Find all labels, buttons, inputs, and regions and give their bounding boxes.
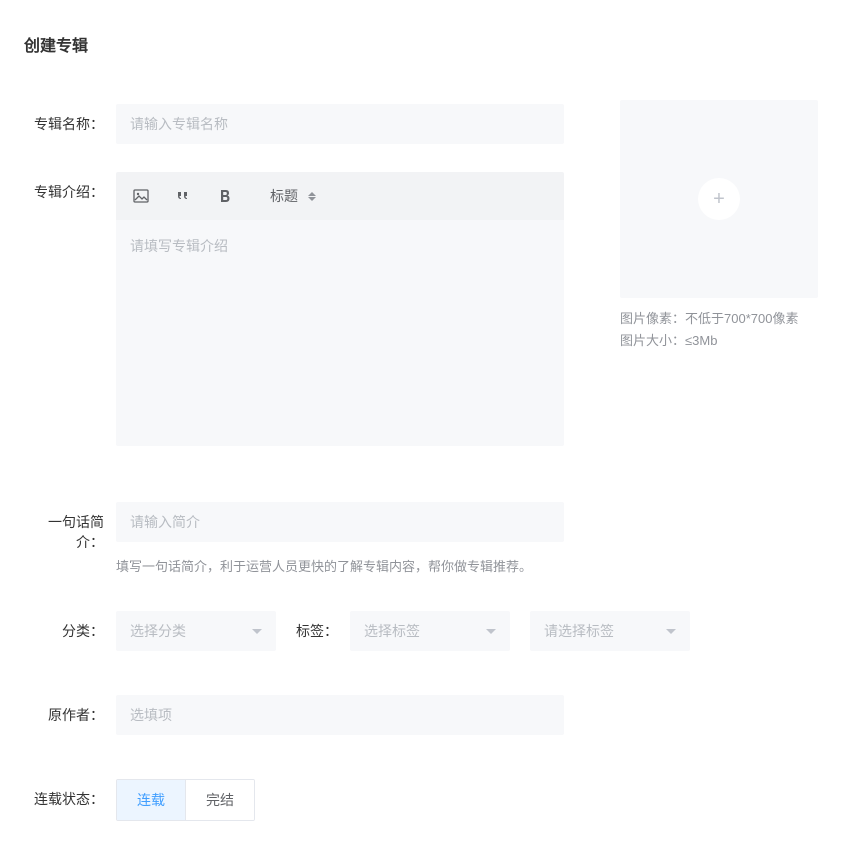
- chevron-down-icon: [486, 629, 496, 634]
- quote-icon[interactable]: [164, 177, 202, 215]
- heading-label: 标题: [270, 186, 298, 206]
- tags-placeholder-1: 选择标签: [364, 621, 486, 641]
- serial-status-serializing[interactable]: 连载: [117, 780, 185, 820]
- editor-toolbar: 标题: [116, 172, 564, 220]
- album-intro-editor[interactable]: 请填写专辑介绍: [116, 220, 564, 446]
- pixel-hint-value: 不低于700*700像素: [685, 308, 798, 330]
- tags-select-1[interactable]: 选择标签: [350, 611, 510, 651]
- album-name-input[interactable]: [116, 104, 564, 144]
- chevron-down-icon: [252, 629, 262, 634]
- chevron-down-icon: [666, 629, 676, 634]
- category-select[interactable]: 选择分类: [116, 611, 276, 651]
- pixel-hint-label: 图片像素：: [620, 308, 685, 330]
- upload-circle: +: [698, 178, 740, 220]
- image-upload-box[interactable]: +: [620, 100, 818, 298]
- bold-icon[interactable]: [206, 177, 244, 215]
- serial-status-label: 连载状态：: [24, 779, 104, 809]
- category-label: 分类：: [24, 611, 104, 641]
- serial-status-completed[interactable]: 完结: [185, 780, 254, 820]
- serial-status-radio-group: 连载 完结: [116, 779, 255, 821]
- sort-icon: [308, 192, 316, 201]
- plus-icon: +: [713, 189, 725, 209]
- album-name-label: 专辑名称：: [24, 104, 104, 134]
- tags-label: 标签：: [296, 621, 338, 641]
- tags-select-2[interactable]: 请选择标签: [530, 611, 690, 651]
- brief-input[interactable]: [116, 502, 564, 542]
- brief-help-text: 填写一句话简介，利于运营人员更快的了解专辑内容，帮你做专辑推荐。: [116, 556, 835, 575]
- heading-dropdown[interactable]: 标题: [260, 177, 326, 215]
- category-placeholder: 选择分类: [130, 621, 252, 641]
- original-author-label: 原作者：: [24, 695, 104, 725]
- tags-placeholder-2: 请选择标签: [544, 621, 666, 641]
- editor-placeholder: 请填写专辑介绍: [130, 236, 550, 256]
- size-hint-label: 图片大小：: [620, 330, 685, 352]
- upload-hints: 图片像素： 不低于700*700像素 图片大小： ≤3Mb: [620, 308, 818, 352]
- original-author-input[interactable]: [116, 695, 564, 735]
- album-intro-label: 专辑介绍：: [24, 172, 104, 202]
- brief-label: 一句话简介：: [24, 502, 104, 552]
- size-hint-value: ≤3Mb: [685, 330, 717, 352]
- page-title: 创建专辑: [24, 32, 835, 56]
- image-icon[interactable]: [122, 177, 160, 215]
